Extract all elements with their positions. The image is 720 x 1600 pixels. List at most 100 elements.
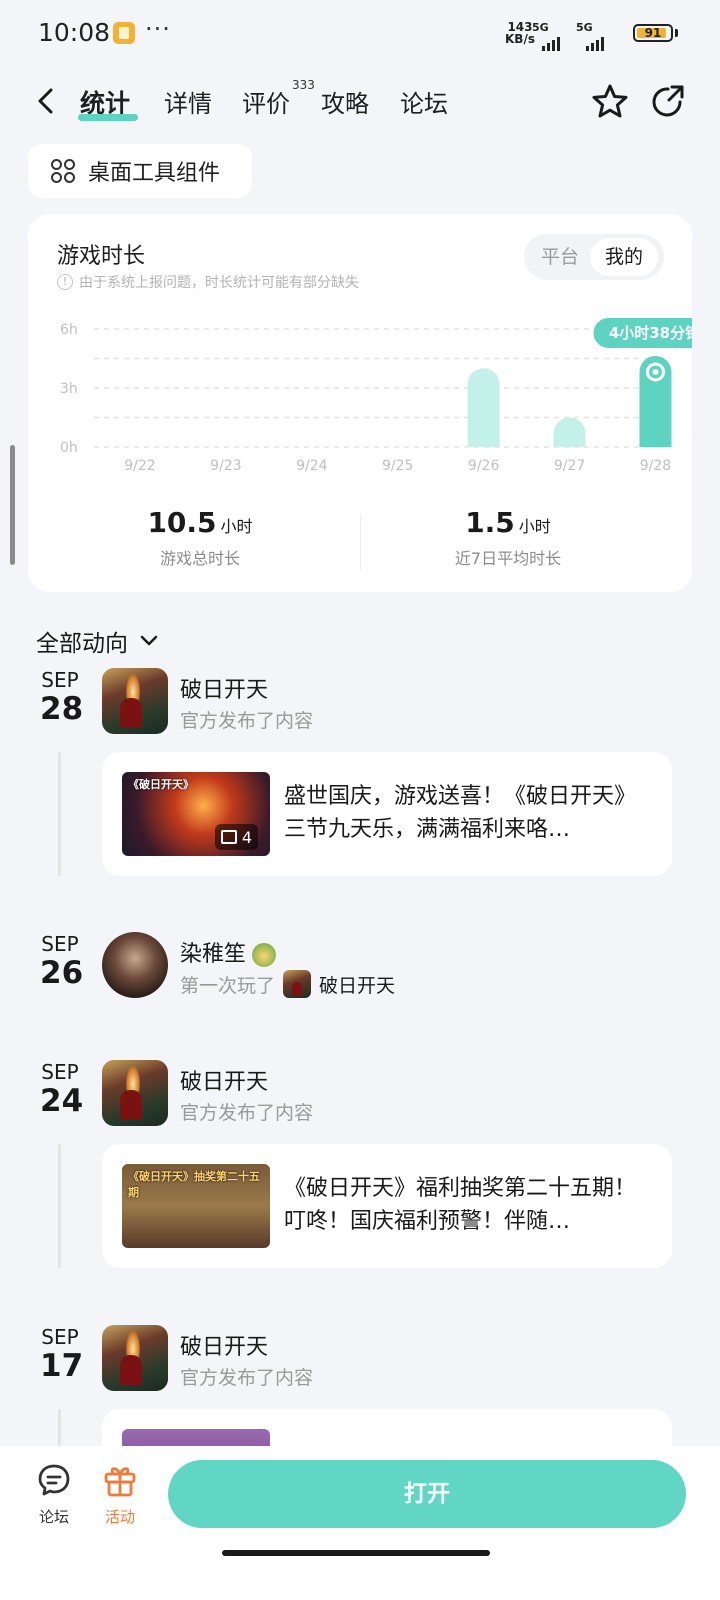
- chart-tooltip-text: 4小时38分钟: [609, 324, 692, 342]
- feed-date: SEP 28: [40, 668, 84, 727]
- post-text: 盛世国庆，游戏送喜！《破日开天》三节九天乐，满满福利来咯…: [284, 784, 637, 842]
- game-avatar[interactable]: [102, 668, 168, 734]
- thumbnail-title: 《破日开天》: [128, 778, 194, 791]
- stats-note: ! 由于系统上报问题，时长统计可能有部分缺失: [57, 272, 359, 292]
- chart-bar: [553, 417, 586, 447]
- user-badge-icon: [252, 943, 277, 967]
- grid-icon: [51, 159, 75, 183]
- tab-details[interactable]: 详情: [164, 84, 212, 119]
- battery-level: 91: [644, 26, 662, 40]
- total-playtime-value: 10.5: [147, 506, 217, 539]
- feed-author[interactable]: 破日开天: [180, 672, 268, 704]
- home-indicator[interactable]: [222, 1550, 490, 1556]
- tab-forum[interactable]: 论坛: [400, 84, 448, 119]
- open-game-button[interactable]: 打开: [168, 1460, 686, 1528]
- feed-author[interactable]: 破日开天: [180, 1064, 268, 1096]
- post-text: 《破日开天》福利抽奖第二十五期！ 叮咚！国庆福利预警！伴随…: [284, 1176, 637, 1234]
- thumbnail-title: 《破日开天》抽奖第二十五期: [128, 1170, 260, 1199]
- source-toggle: 平台 我的: [524, 234, 664, 280]
- average-playtime-label: 近7日平均时长: [454, 549, 562, 568]
- total-playtime: 10.5 小时 游戏总时长: [120, 506, 280, 569]
- feed-month: SEP: [41, 668, 79, 692]
- image-count: 4: [241, 827, 252, 847]
- activity-filter[interactable]: 全部动向: [36, 624, 160, 658]
- bottom-action-bar: 论坛 活动 打开: [0, 1446, 720, 1600]
- activity-button[interactable]: 活动: [95, 1462, 145, 1527]
- y-tick-label: 0h: [60, 440, 78, 456]
- back-icon[interactable]: [34, 88, 60, 114]
- network-speed: 143 KB/s: [505, 21, 535, 45]
- image-count-badge: 4: [214, 824, 258, 850]
- feed-action-text: 第一次玩了: [180, 974, 276, 997]
- feed-action: 官方发布了内容: [180, 1102, 314, 1124]
- desktop-widget-button[interactable]: 桌面工具组件: [28, 144, 252, 198]
- share-icon[interactable]: [648, 82, 688, 122]
- battery-tip: [675, 29, 678, 37]
- info-icon: !: [57, 274, 73, 290]
- y-tick-label: 6h: [60, 322, 78, 338]
- chart-bar: [467, 368, 500, 447]
- gift-icon: [104, 1467, 136, 1497]
- stats-note-text: 由于系统上报问题，时长统计可能有部分缺失: [79, 275, 359, 291]
- scroll-indicator: [10, 445, 15, 565]
- post-thumbnail: 《破日开天》 4: [122, 772, 270, 856]
- timeline-line: [58, 1144, 61, 1268]
- x-tick-label: 9/23: [210, 458, 241, 474]
- feed-month: SEP: [41, 1060, 79, 1084]
- playtime-chart: 6h 3h 0h 9/22 9/23 9/24 9/25 9/26 9/27 4小时38分钟 9/2…: [60, 317, 692, 474]
- feed-date: SEP 26: [40, 932, 84, 991]
- user-avatar[interactable]: [102, 932, 168, 998]
- feed-month: SEP: [41, 1325, 79, 1349]
- feed-day: 28: [40, 691, 84, 727]
- tab-guides[interactable]: 攻略: [321, 84, 369, 119]
- forum-button[interactable]: 论坛: [29, 1462, 79, 1527]
- toggle-platform[interactable]: 平台: [532, 238, 588, 276]
- feed-author[interactable]: 破日开天: [180, 1329, 268, 1361]
- status-bar: 10:08 ··· 143 KB/s 5G 5G 91: [0, 0, 720, 64]
- x-tick-label: 9/24: [296, 458, 328, 474]
- chat-bubble-icon: [38, 1464, 70, 1496]
- average-playtime: 1.5 小时 近7日平均时长: [428, 506, 588, 569]
- x-tick-label: 9/27: [554, 458, 585, 474]
- feed-game-name[interactable]: 破日开天: [319, 971, 395, 998]
- bar-marker-dot: [652, 368, 659, 375]
- feed-author[interactable]: 染稚笙: [180, 936, 277, 968]
- chevron-down-icon: [140, 635, 158, 646]
- feed-day: 26: [40, 955, 84, 991]
- feed-month: SEP: [41, 932, 79, 956]
- reviews-count-badge: 333: [292, 78, 315, 92]
- feed-action: 官方发布了内容: [180, 710, 314, 732]
- activity-filter-label: 全部动向: [36, 631, 128, 657]
- more-notifications-icon: ···: [145, 15, 171, 43]
- feed-date: SEP 24: [40, 1060, 84, 1119]
- average-playtime-value: 1.5: [465, 506, 515, 539]
- battery-icon: 91: [633, 24, 673, 42]
- game-avatar[interactable]: [102, 1325, 168, 1391]
- feed-action: 官方发布了内容: [180, 1367, 314, 1389]
- post-thumbnail: 《破日开天》抽奖第二十五期: [122, 1164, 270, 1248]
- timeline-line: [58, 1409, 61, 1449]
- tab-active-indicator: [78, 114, 138, 121]
- y-tick-label: 3h: [60, 381, 78, 397]
- post-card[interactable]: 《破日开天》抽奖第二十五期 《破日开天》福利抽奖第二十五期！ 叮咚！国庆福利预警…: [102, 1144, 672, 1268]
- x-tick-label: 9/22: [124, 458, 155, 474]
- activity-label: 活动: [104, 1508, 135, 1526]
- game-avatar[interactable]: [102, 1060, 168, 1126]
- toggle-mine[interactable]: 我的: [590, 238, 658, 276]
- status-time: 10:08: [38, 18, 111, 47]
- feed-day: 24: [40, 1083, 84, 1119]
- tab-reviews[interactable]: 评价: [242, 84, 290, 119]
- x-tick-label: 9/26: [468, 458, 500, 474]
- image-icon: [220, 830, 237, 844]
- summary-divider: [360, 514, 361, 570]
- playtime-stats-card: 游戏时长 ! 由于系统上报问题，时长统计可能有部分缺失 平台 我的 6h 3h 0h…: [28, 214, 692, 592]
- post-card[interactable]: 《破日开天》 4 盛世国庆，游戏送喜！《破日开天》三节九天乐，满满福利来咯…: [102, 752, 672, 876]
- feed-day: 17: [40, 1348, 84, 1384]
- top-nav: 统计 详情 评价 333 攻略 论坛: [0, 70, 720, 134]
- game-mini-icon: [283, 970, 312, 998]
- total-playtime-unit: 小时: [220, 517, 253, 536]
- desktop-widget-label: 桌面工具组件: [88, 161, 221, 186]
- star-icon[interactable]: [590, 82, 630, 122]
- timeline-line: [58, 752, 61, 876]
- feed-action: 第一次玩了 破日开天: [180, 970, 395, 998]
